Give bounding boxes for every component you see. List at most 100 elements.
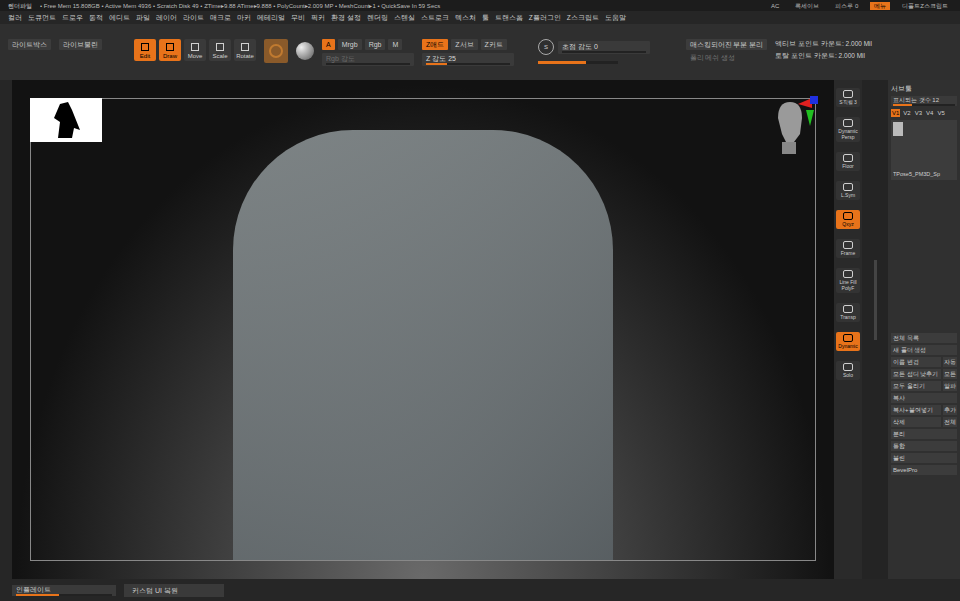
z-mode-button[interactable]: Z커트 [481,39,507,50]
mode-button[interactable]: Edit [134,39,156,61]
canvas-frame [30,98,816,561]
mode-button[interactable]: Rotate [234,39,256,61]
scrollbar[interactable] [862,80,888,579]
menu-item[interactable]: 환경 설정 [331,13,361,22]
subtool-button[interactable]: 자동 [943,357,957,367]
subtool-button[interactable]: 이름 변경 [891,357,941,367]
toolbar-button[interactable]: 라이브불린 [59,39,102,50]
shelf-button[interactable]: Dynamic [836,332,860,351]
toolbar-button[interactable]: 라이트박스 [8,39,51,50]
title-bar: 렌더파일• Free Mem 15.808GB • Active Mem 493… [0,0,960,11]
shelf-button[interactable]: Qxyz [836,210,860,229]
menu-item[interactable]: 도움말 [605,13,626,22]
visible-count-slider[interactable]: 표시되는 갯수 12 [891,96,957,106]
subtool-button[interactable]: 삭제 [891,417,941,427]
menu-item[interactable]: 무비 [291,13,305,22]
version-tab[interactable]: V3 [914,109,923,117]
subtool-button[interactable]: 추가 [943,405,957,415]
mode-icon [191,43,199,51]
mode-button[interactable]: Scale [209,39,231,61]
canvas[interactable] [12,80,834,579]
navigation-head-icon[interactable] [760,94,820,164]
subtool-button[interactable]: 모두 올리기 [891,381,941,391]
z-intensity-slider[interactable]: Z 강도 25 [422,53,514,66]
subtool-button[interactable]: 전체 [943,417,957,427]
menu-item[interactable]: 도큐먼트 [28,13,56,22]
subtool-button[interactable]: 불린 [891,453,957,463]
menu-item[interactable]: 픽커 [311,13,325,22]
shelf-button[interactable]: Frame [836,239,860,258]
shelf-button[interactable]: Transp [836,303,860,322]
subtool-button[interactable]: 복사+붙여넣기 [891,405,941,415]
menu-item[interactable]: 드로우 [62,13,83,22]
polymesh-button[interactable]: 폴리 메쉬 생성 [686,53,768,62]
shelf-button[interactable]: Solo [836,361,860,380]
shelf-button[interactable]: S직렬 3 [836,88,860,107]
mode-icon [166,43,174,51]
subtool-panel: 서브툴표시되는 갯수 12V1V2V3V4V5TPose5_PM3D_Sp전체 … [888,80,960,579]
menu-item[interactable]: 라이트 [183,13,204,22]
mode-button[interactable]: Draw [159,39,181,61]
menu-item[interactable]: 파일 [136,13,150,22]
subtool-button[interactable]: 모든 섭디 낮추기 [891,369,941,379]
menu-item[interactable]: 트랜스폼 [495,13,523,22]
restore-ui-button[interactable]: 커스텀 UI 복원 [124,584,224,597]
version-tab[interactable]: V1 [891,109,900,117]
focal-shift-slider[interactable]: 초점 감도 0 [558,41,650,54]
menu-item[interactable]: 렌더링 [367,13,388,22]
mode-button[interactable]: Move [184,39,206,61]
subtool-button[interactable]: 분리 [891,429,957,439]
subtool-button[interactable]: 알파 [943,381,957,391]
shelf-button[interactable]: Line Fill PolyF [836,268,860,293]
menu-item[interactable]: 레이어 [156,13,177,22]
version-tab[interactable]: V5 [936,109,945,117]
menu-item[interactable]: 스텐실 [394,13,415,22]
focal-icon: S [538,39,554,55]
toolbar: 라이트박스라이브불린EditDrawMoveScaleRotateAMrgbRg… [0,24,960,80]
title-bar-button[interactable]: 디폴트Z스크립트 [898,2,952,10]
shelf-button[interactable]: Dynamic Persp [836,117,860,142]
version-tab[interactable]: V2 [902,109,911,117]
app-title: 렌더파일 [8,2,32,10]
color-mode-button[interactable]: Rgb [365,39,386,50]
title-bar-button[interactable]: AC [767,2,783,10]
shelf-button[interactable]: L.Sym [836,181,860,200]
inflate-slider[interactable]: 인플레이트 [12,585,116,596]
menu-item[interactable]: 마커 [237,13,251,22]
shelf-icon [843,183,853,191]
menu-item[interactable]: Z스크립트 [567,13,599,22]
menu-item[interactable]: 컬러 [8,13,22,22]
version-tab[interactable]: V4 [925,109,934,117]
color-mode-button[interactable]: Mrgb [338,39,362,50]
menu-item[interactable]: 툴 [482,13,489,22]
subtool-button[interactable]: 전체 목록 [891,333,957,343]
menu-item[interactable]: Z플러그인 [529,13,561,22]
color-mode-button[interactable]: M [388,39,402,50]
subtool-button[interactable]: 새 폴더 생성 [891,345,957,355]
subtool-button[interactable]: 복사 [891,393,957,403]
rgb-intensity-slider[interactable]: Rgb 강도 [322,53,414,66]
point-count: 토탈 포인트 카운트: 2.000 Mil [775,51,872,60]
menu-item[interactable]: 에디트 [109,13,130,22]
title-bar-button[interactable]: 록세이브 [791,2,823,10]
shelf-button[interactable]: Floor [836,152,860,171]
subtool-item[interactable]: TPose5_PM3D_Sp [891,120,957,180]
menu-item[interactable]: 메테리얼 [257,13,285,22]
title-bar-button[interactable]: 메뉴 [870,2,890,10]
mask-split-button[interactable]: 매스킹되어진 부분 분리 [686,39,768,50]
material-icon[interactable] [296,42,314,60]
menu-item[interactable]: 스트로크 [421,13,449,22]
draw-size-bar[interactable] [538,61,618,64]
shelf-icon [843,212,853,220]
z-mode-button[interactable]: Z서브 [451,39,477,50]
subtool-button[interactable]: 모든 [943,369,957,379]
title-bar-button[interactable]: 피스루 0 [831,2,862,10]
menu-item[interactable]: 동적 [89,13,103,22]
color-mode-button[interactable]: A [322,39,335,50]
menu-item[interactable]: 매크로 [210,13,231,22]
subtool-button[interactable]: 통합 [891,441,957,451]
z-mode-button[interactable]: Z애드 [422,39,448,50]
brush-icon[interactable] [264,39,288,63]
subtool-button[interactable]: BevelPro [891,465,957,475]
menu-item[interactable]: 텍스쳐 [455,13,476,22]
